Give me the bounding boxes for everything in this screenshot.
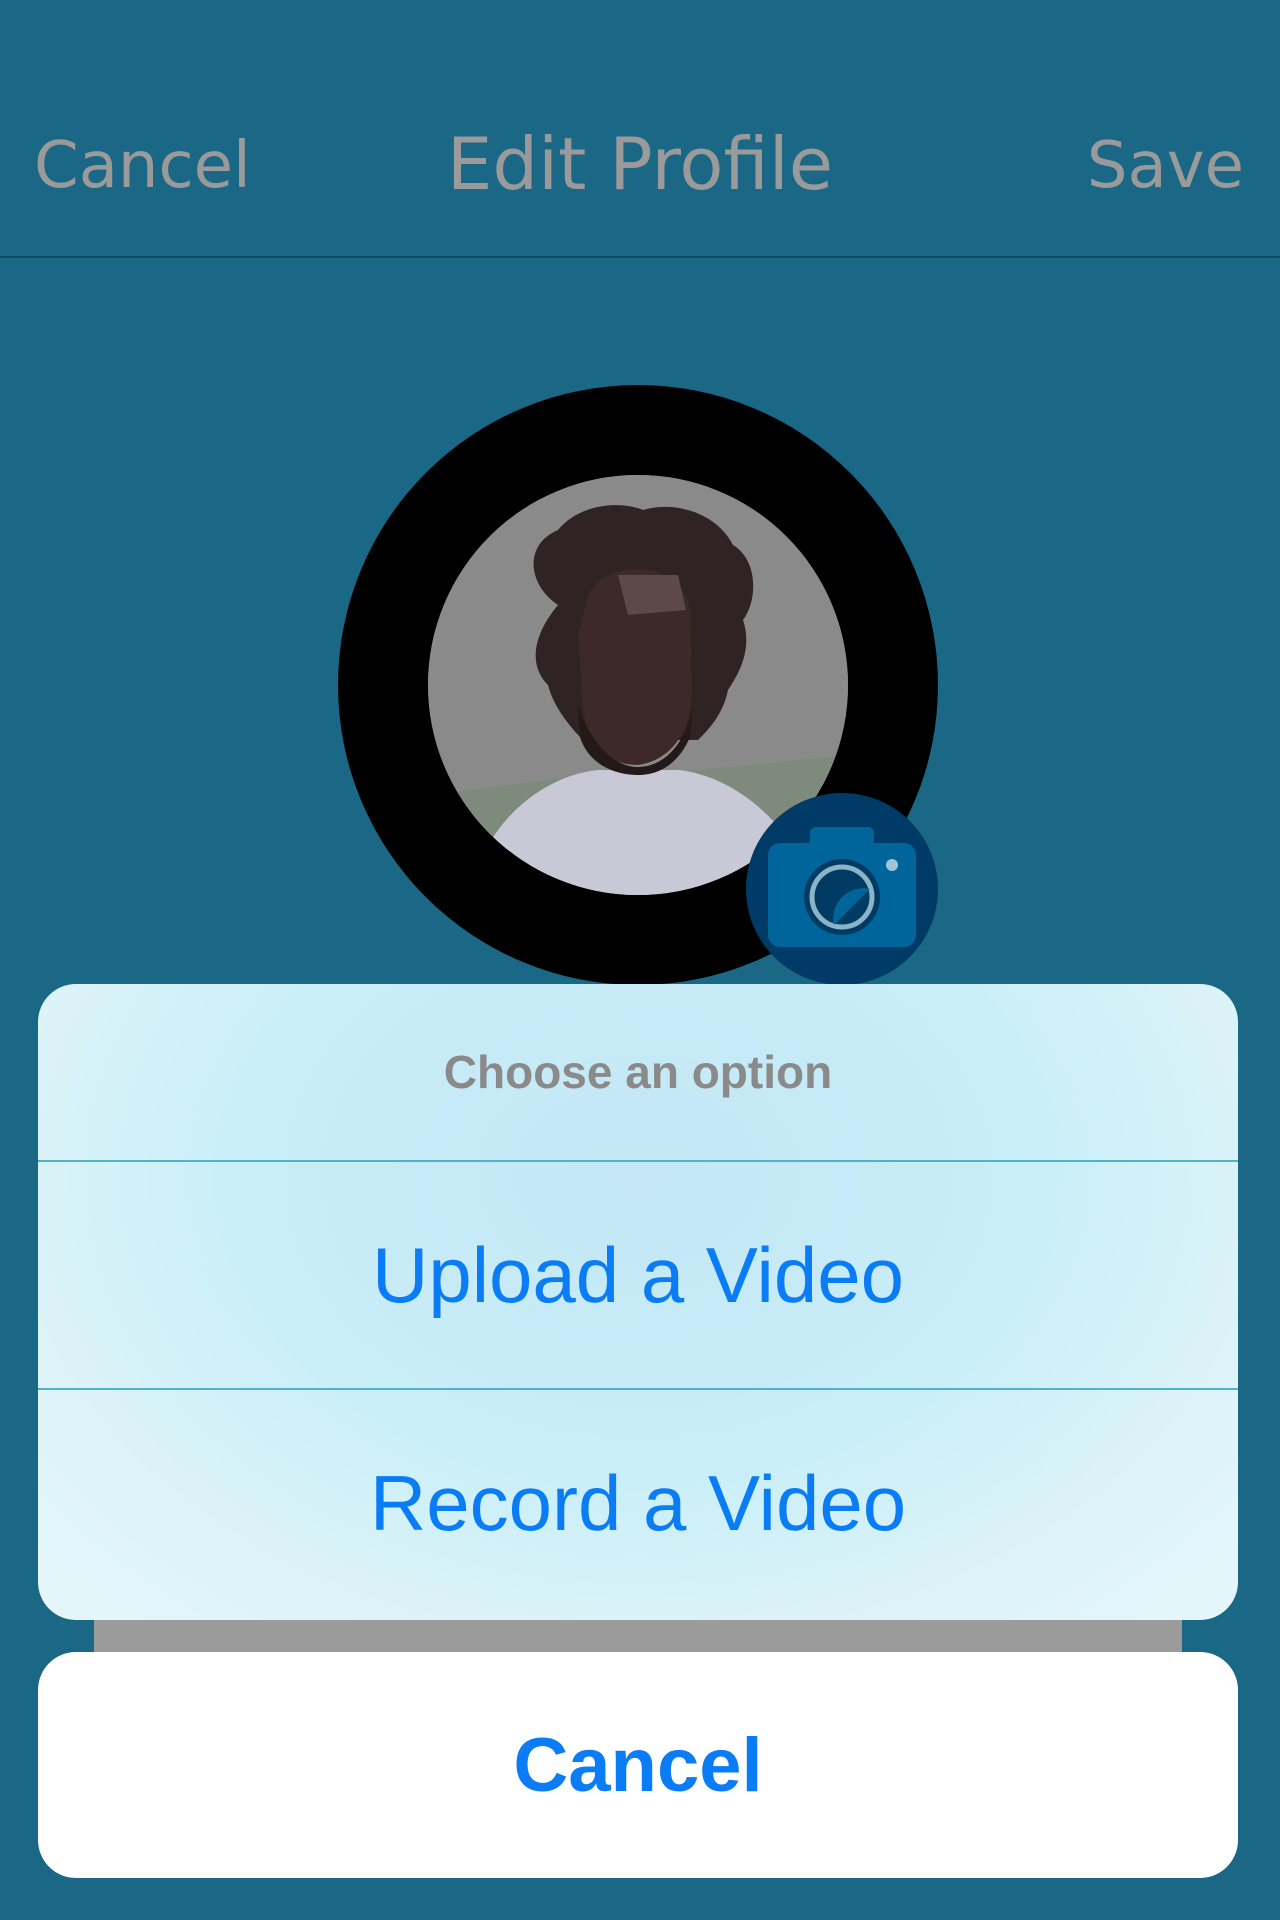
- action-sheet: Choose an option Upload a Video Record a…: [38, 984, 1238, 1620]
- upload-video-option[interactable]: Upload a Video: [38, 1162, 1238, 1388]
- sheet-cancel-button[interactable]: Cancel: [38, 1652, 1238, 1878]
- record-video-option[interactable]: Record a Video: [38, 1390, 1238, 1616]
- action-sheet-title: Choose an option: [443, 1046, 833, 1098]
- change-photo-button[interactable]: [746, 793, 938, 985]
- nav-divider: [0, 256, 1280, 258]
- nav-save-button[interactable]: Save: [1087, 130, 1244, 202]
- sheet-gap: [94, 1620, 1182, 1654]
- profile-avatar[interactable]: [338, 385, 938, 985]
- camera-icon: [768, 827, 916, 947]
- navigation-bar: Cancel Edit Profile Save: [0, 0, 1280, 256]
- action-sheet-header: Choose an option: [38, 984, 1238, 1160]
